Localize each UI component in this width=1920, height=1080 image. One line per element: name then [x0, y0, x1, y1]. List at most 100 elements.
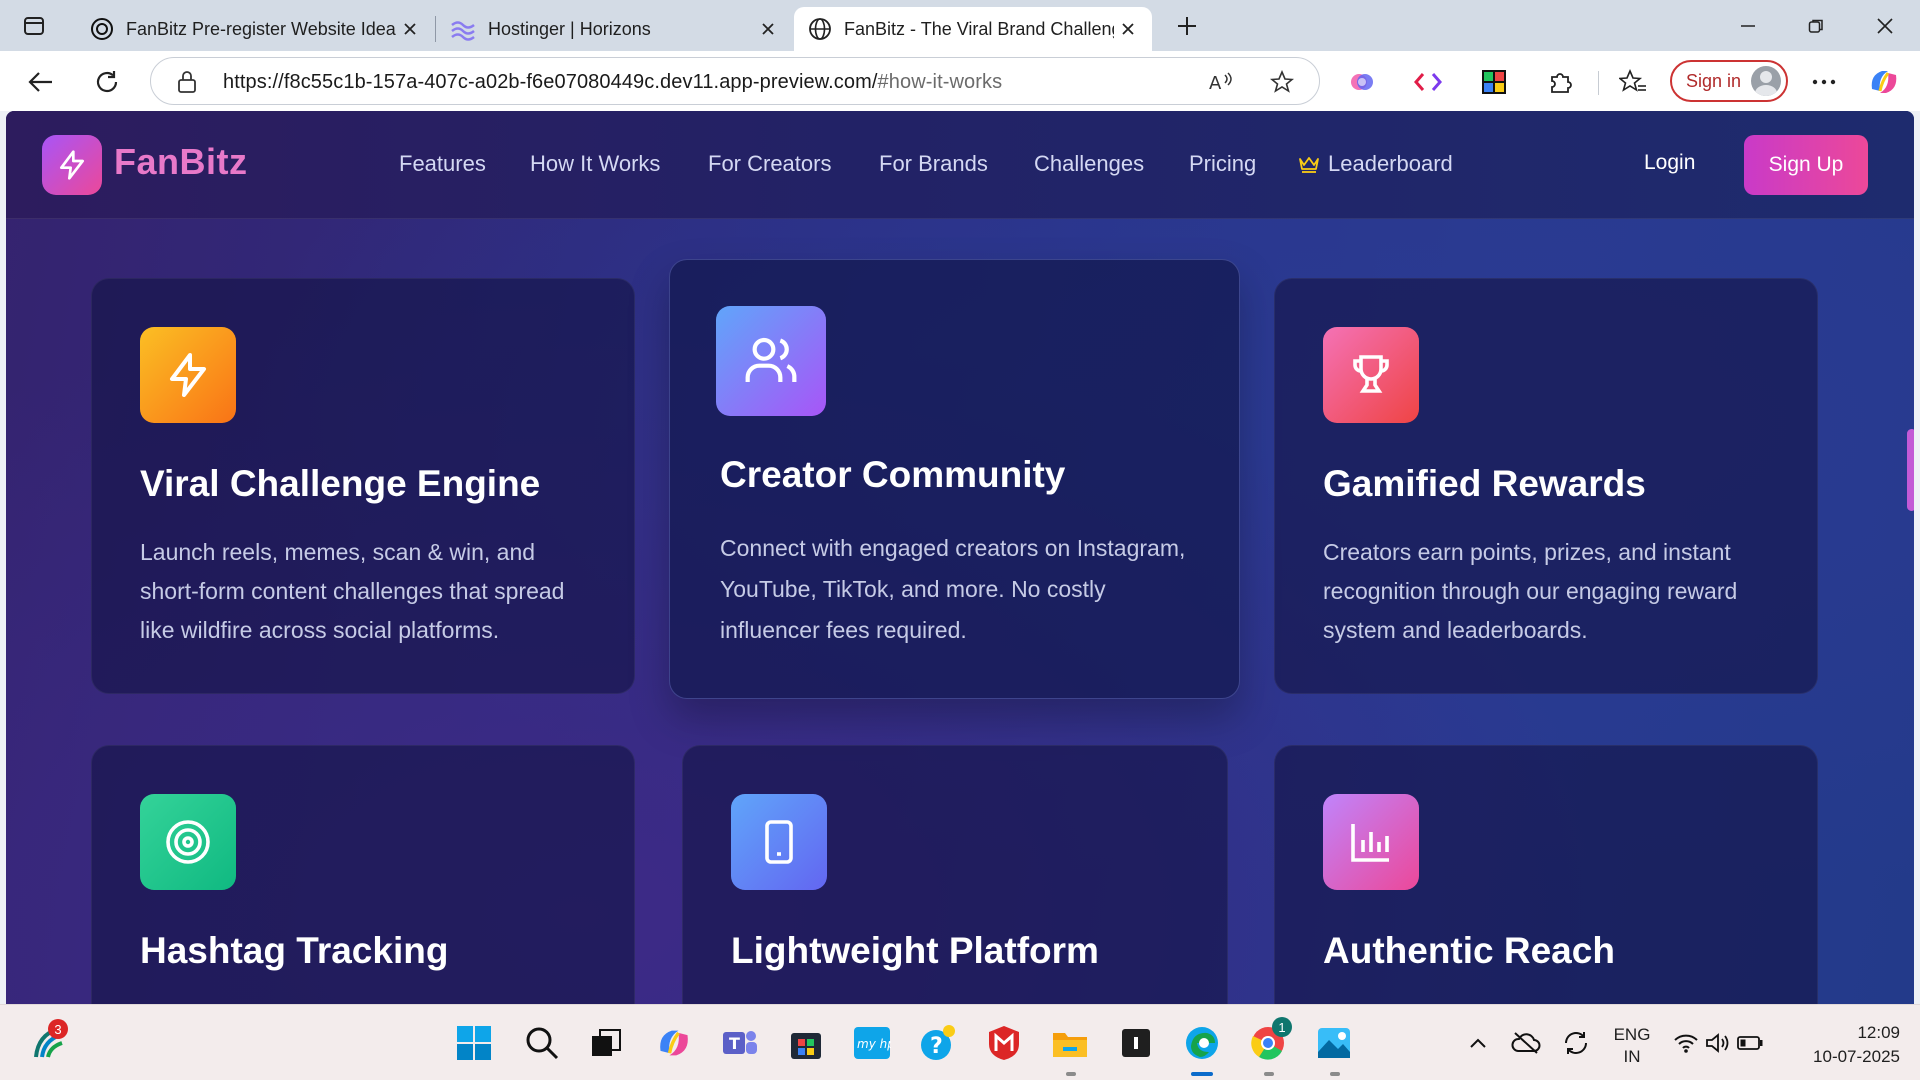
nav-for-creators[interactable]: For Creators: [708, 151, 831, 177]
feature-card-creator-community[interactable]: Creator Community Connect with engaged c…: [669, 259, 1240, 699]
tab-fanbitz-active[interactable]: FanBitz - The Viral Brand Challeng: [794, 7, 1152, 51]
url-text[interactable]: https://f8c55c1b-157a-407c-a02b-f6e07080…: [223, 71, 1002, 94]
help-icon: ?: [921, 1025, 955, 1060]
settings-more-button[interactable]: [1807, 65, 1841, 99]
close-window-button[interactable]: [1862, 10, 1908, 42]
task-view-button[interactable]: [584, 1021, 628, 1065]
nav-leaderboard[interactable]: Leaderboard: [1298, 151, 1453, 177]
openai-icon: [91, 18, 113, 40]
restore-button[interactable]: [1793, 10, 1839, 42]
sync-icon: [1565, 1032, 1587, 1054]
feature-card-authentic-reach[interactable]: Authentic Reach: [1274, 745, 1818, 1004]
wifi-icon: [1674, 1034, 1698, 1053]
sync-button[interactable]: [1554, 1021, 1598, 1065]
sign-up-button[interactable]: Sign Up: [1744, 135, 1868, 195]
nav-features[interactable]: Features: [399, 151, 486, 177]
brand-logo[interactable]: [42, 135, 102, 195]
lightning-icon: [170, 353, 206, 397]
tab-actions-button[interactable]: [20, 12, 48, 40]
feature-card-hashtag-tracking[interactable]: Hashtag Tracking: [91, 745, 635, 1004]
photos-icon: [1318, 1028, 1350, 1058]
taskbar-copilot[interactable]: [652, 1021, 696, 1065]
extension-code-button[interactable]: [1411, 65, 1445, 99]
refresh-icon: [96, 71, 118, 93]
start-button[interactable]: [452, 1021, 496, 1065]
plus-icon: [1178, 17, 1196, 35]
windows-taskbar: 3 T my hp ? 1: [0, 1004, 1920, 1080]
active-app-indicator: [1191, 1072, 1213, 1076]
nav-challenges[interactable]: Challenges: [1034, 151, 1144, 177]
brand-name[interactable]: FanBitz: [114, 141, 248, 183]
page-viewport[interactable]: FanBitz Features How It Works For Creato…: [6, 111, 1914, 1004]
feature-card-gamified-rewards[interactable]: Gamified Rewards Creators earn points, p…: [1274, 278, 1818, 694]
folder-icon: [1053, 1033, 1087, 1057]
cloud-off-icon: [1511, 1032, 1541, 1054]
feature-title: Hashtag Tracking: [140, 930, 449, 971]
language-indicator[interactable]: ENG IN: [1610, 1025, 1654, 1067]
nav-pricing[interactable]: Pricing: [1189, 151, 1256, 177]
feature-icon-box: [140, 794, 236, 890]
feature-title: Gamified Rewards: [1323, 463, 1646, 504]
target-icon: [166, 820, 210, 864]
minimize-button[interactable]: [1725, 10, 1771, 42]
taskbar-mcafee[interactable]: [982, 1021, 1026, 1065]
quick-settings-button[interactable]: [1668, 1021, 1768, 1065]
extensions-button[interactable]: [1543, 65, 1577, 99]
onedrive-button[interactable]: [1504, 1021, 1548, 1065]
crown-icon: [1299, 157, 1319, 173]
tab-sidebar-icon: [24, 17, 44, 35]
refresh-button[interactable]: [90, 65, 124, 99]
arrow-left-icon: [28, 72, 52, 92]
copilot-icon: [1871, 71, 1897, 93]
url-fragment: #how-it-works: [877, 71, 1003, 93]
battery-icon: [1737, 1036, 1763, 1050]
nav-how-it-works[interactable]: How It Works: [530, 151, 660, 177]
taskbar-edge[interactable]: [1180, 1021, 1224, 1065]
globe-icon: [809, 18, 831, 40]
extension-copilot-button[interactable]: [1345, 65, 1379, 99]
taskbar-myhp[interactable]: my hp: [850, 1021, 894, 1065]
show-hidden-icons-button[interactable]: [1456, 1021, 1500, 1065]
region-code: IN: [1623, 1047, 1641, 1066]
taskbar-help[interactable]: ?: [916, 1021, 960, 1065]
task-view-icon: [592, 1029, 621, 1056]
taskbar-teams[interactable]: T: [718, 1021, 762, 1065]
nav-for-brands[interactable]: For Brands: [879, 151, 988, 177]
star-icon: [1270, 70, 1294, 93]
feature-title: Lightweight Platform: [731, 930, 1099, 971]
login-link[interactable]: Login: [1644, 151, 1695, 175]
tab-close-icon[interactable]: [400, 19, 420, 39]
feature-description: Launch reels, memes, scan & win, and sho…: [140, 539, 565, 643]
taskbar-widget-button[interactable]: 3: [26, 1019, 70, 1065]
address-bar[interactable]: https://f8c55c1b-157a-407c-a02b-f6e07080…: [150, 57, 1320, 105]
favorite-button[interactable]: [1269, 69, 1295, 95]
puzzle-icon: [1551, 73, 1572, 93]
copilot-button[interactable]: [1867, 65, 1901, 99]
favorites-button[interactable]: [1616, 65, 1650, 99]
taskbar-store[interactable]: [784, 1021, 828, 1065]
lock-icon[interactable]: [177, 70, 197, 94]
tab-fanbitz-preregister[interactable]: FanBitz Pre-register Website Idea: [76, 7, 434, 51]
taskbar-chrome[interactable]: 1: [1246, 1017, 1292, 1065]
tab-close-icon[interactable]: [758, 19, 778, 39]
back-button[interactable]: [24, 65, 58, 99]
sign-in-button[interactable]: Sign in: [1670, 60, 1788, 102]
read-aloud-button[interactable]: A: [1209, 69, 1235, 95]
language-code: ENG: [1613, 1025, 1651, 1044]
feature-card-viral-challenge[interactable]: Viral Challenge Engine Launch reels, mem…: [91, 278, 635, 694]
extension-colorpicker-button[interactable]: [1477, 65, 1511, 99]
page-scrollbar-thumb[interactable]: [1907, 429, 1914, 511]
new-tab-button[interactable]: [1172, 11, 1202, 41]
taskbar-terminal-app[interactable]: [1114, 1021, 1158, 1065]
tab-title: FanBitz Pre-register Website Idea: [126, 18, 396, 39]
feature-card-lightweight-platform[interactable]: Lightweight Platform: [682, 745, 1228, 1004]
users-icon: [745, 337, 797, 382]
taskbar-photos[interactable]: [1312, 1021, 1356, 1065]
tab-hostinger-horizons[interactable]: Hostinger | Horizons: [436, 7, 792, 51]
clock[interactable]: 12:09 10-07-2025: [1790, 1023, 1900, 1067]
taskbar-file-explorer[interactable]: [1048, 1021, 1092, 1065]
feature-description: Connect with engaged creators on Instagr…: [720, 535, 1186, 643]
bar-chart-icon: [1351, 824, 1389, 862]
search-button[interactable]: [520, 1021, 564, 1065]
tab-close-icon[interactable]: [1118, 19, 1138, 39]
